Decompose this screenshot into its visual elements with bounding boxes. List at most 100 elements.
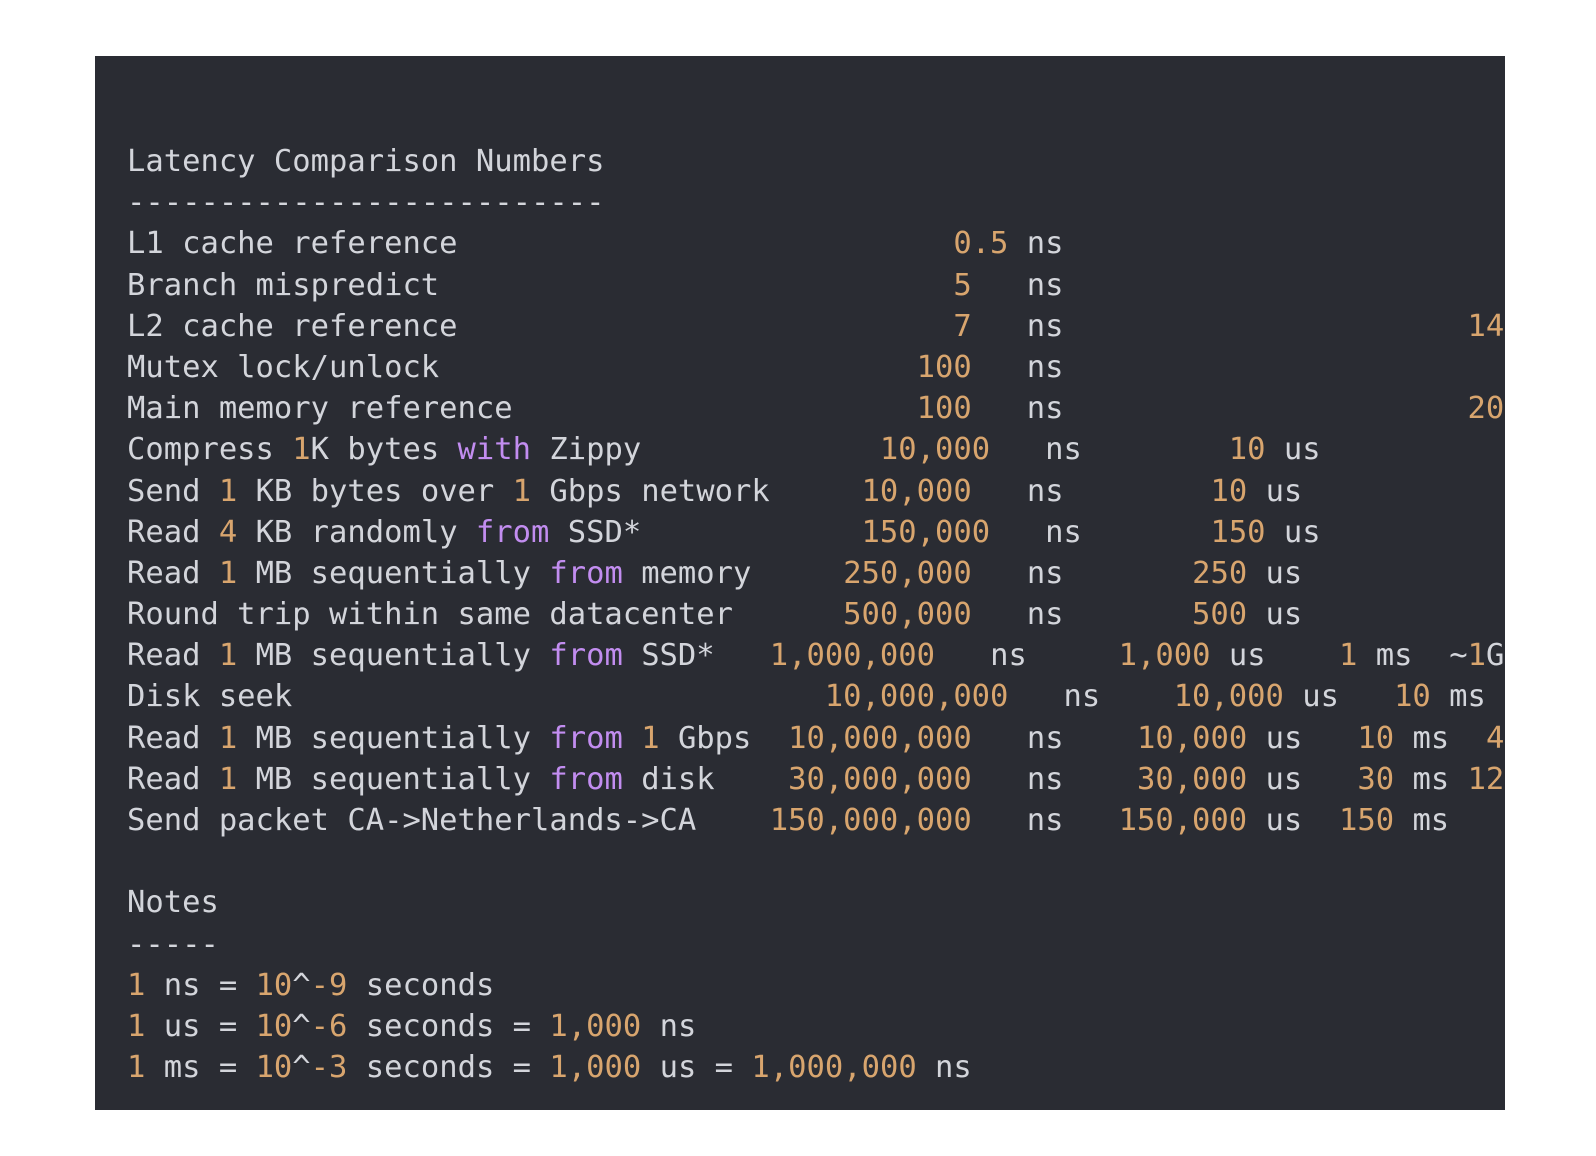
number-token: 10,000	[861, 473, 972, 509]
code-text: Latency Comparison Numbers --------------…	[127, 141, 1505, 1088]
text-token: ^	[292, 967, 311, 1003]
text-token: us ~	[1265, 514, 1505, 550]
text-token: Read	[127, 638, 219, 674]
code-line: Compress 1K bytes with Zippy 10,000 ns 1…	[127, 429, 1505, 470]
text-token: seconds	[347, 967, 495, 1003]
code-line: 1 ns = 10^-9 seconds	[127, 965, 1505, 1006]
text-token: KB randomly	[237, 514, 476, 550]
text-token: Branch mispredict	[127, 267, 954, 303]
number-token: 30,000,000	[788, 761, 972, 797]
text-token: ms	[1394, 720, 1486, 756]
number-token: 0.5	[953, 226, 1009, 262]
text-token: Zippy	[531, 432, 880, 468]
text-token: MB sequentially	[237, 720, 550, 756]
number-token: 150,000	[861, 514, 991, 550]
number-token: 1	[127, 1050, 146, 1086]
number-token: 10	[1394, 679, 1431, 715]
text-token: ^	[292, 1008, 311, 1044]
code-line: Send packet CA->Netherlands->CA 150,000,…	[127, 800, 1505, 841]
number-token: 1	[218, 555, 238, 591]
code-line: Read 1 MB sequentially from disk 30,000,…	[127, 759, 1505, 800]
number-token: 10,000	[1173, 679, 1284, 715]
number-token: 10	[255, 1008, 293, 1044]
text-token: us	[1247, 803, 1339, 838]
text-token: Send packet CA->Netherlands->CA	[127, 803, 770, 838]
text-token: ns	[971, 555, 1193, 591]
text-token: Gbps	[659, 720, 789, 756]
number-token: 1,000,000	[769, 638, 935, 674]
text-token: ns	[971, 308, 1468, 344]
text-token: us	[1283, 679, 1395, 715]
number-token: 150	[1338, 803, 1395, 838]
text-token: ns	[990, 432, 1229, 468]
number-token: 10	[1228, 432, 1266, 468]
text-token: ms	[1394, 803, 1450, 838]
text-token: MB sequentially	[237, 555, 550, 591]
code-line: L1 cache reference 0.5 ns	[127, 223, 1505, 264]
number-token: 30,000	[1137, 761, 1248, 797]
text-token: ms ~	[1357, 638, 1468, 674]
number-token: 150,000	[1118, 803, 1248, 838]
text-token: Gbps network	[531, 473, 862, 509]
text-token: ns	[971, 267, 1064, 303]
number-token: 4	[218, 514, 238, 550]
number-token: 250,000	[843, 555, 972, 591]
text-token: us	[1247, 720, 1358, 756]
number-token: 10,000,000	[788, 720, 972, 756]
text-token: us	[1265, 432, 1321, 468]
number-token: 1	[641, 720, 660, 756]
text-token: ns	[916, 1050, 972, 1086]
text-token: ns	[971, 803, 1119, 838]
code-line: Read 1 MB sequentially from 1 Gbps 10,00…	[127, 718, 1505, 759]
text-token: GB/sec SSD	[1485, 638, 1505, 674]
number-token: 1,000	[549, 1050, 642, 1086]
text-token: ns	[1008, 679, 1174, 715]
text-token: ns	[1008, 226, 1064, 262]
text-token: ns	[971, 761, 1137, 797]
code-line: Notes	[127, 882, 1505, 923]
text-token: Main memory reference	[127, 391, 917, 427]
text-token: Notes	[127, 885, 219, 921]
keyword-token: from	[549, 720, 623, 756]
number-token: 500	[1192, 597, 1248, 633]
number-token: 5	[953, 267, 972, 303]
text-token: Read	[127, 761, 219, 797]
text-token: ms	[1394, 761, 1468, 797]
code-line: Read 1 MB sequentially from memory 250,0…	[127, 553, 1505, 594]
keyword-token: from	[549, 555, 623, 591]
code-line: Read 1 MB sequentially from SSD* 1,000,0…	[127, 635, 1505, 676]
text-token: us	[1247, 473, 1303, 509]
text-token: -----	[127, 926, 219, 962]
number-token: 150,000,000	[769, 803, 972, 838]
keyword-token: from	[549, 638, 623, 674]
text-token: Disk seek	[127, 679, 825, 715]
number-token: 150	[1210, 514, 1266, 550]
text-token: ns	[971, 349, 1064, 385]
number-token: 30	[1357, 761, 1395, 797]
text-token: K bytes	[310, 432, 458, 468]
number-token: 120x	[1467, 761, 1505, 797]
code-line: 1 ms = 10^-3 seconds = 1,000 us = 1,000,…	[127, 1047, 1505, 1088]
number-token: 14x	[1467, 308, 1506, 344]
code-line: Mutex lock/unlock 100 ns	[127, 347, 1505, 388]
number-token: 1	[218, 473, 238, 509]
code-line: 1 us = 10^-6 seconds = 1,000 ns	[127, 1006, 1505, 1047]
text-token: ns	[971, 720, 1138, 756]
text-token: ns	[935, 638, 1119, 674]
text-token: Read	[127, 514, 219, 550]
text-token: us	[1247, 555, 1303, 591]
code-line: Disk seek 10,000,000 ns 10,000 us 10 ms …	[127, 676, 1505, 717]
text-token: Mutex lock/unlock	[127, 349, 917, 385]
text-token: us	[1247, 597, 1303, 633]
number-token: 1	[218, 638, 238, 674]
text-token: seconds =	[347, 1050, 550, 1086]
code-line: Read 4 KB randomly from SSD* 150,000 ns …	[127, 512, 1505, 553]
text-token: us	[1210, 638, 1340, 674]
number-token: 1	[1467, 638, 1486, 674]
code-line: -----	[127, 924, 1505, 965]
number-token: 100	[916, 349, 972, 385]
text-token: memory	[622, 555, 844, 591]
code-line: Round trip within same datacenter 500,00…	[127, 594, 1505, 635]
